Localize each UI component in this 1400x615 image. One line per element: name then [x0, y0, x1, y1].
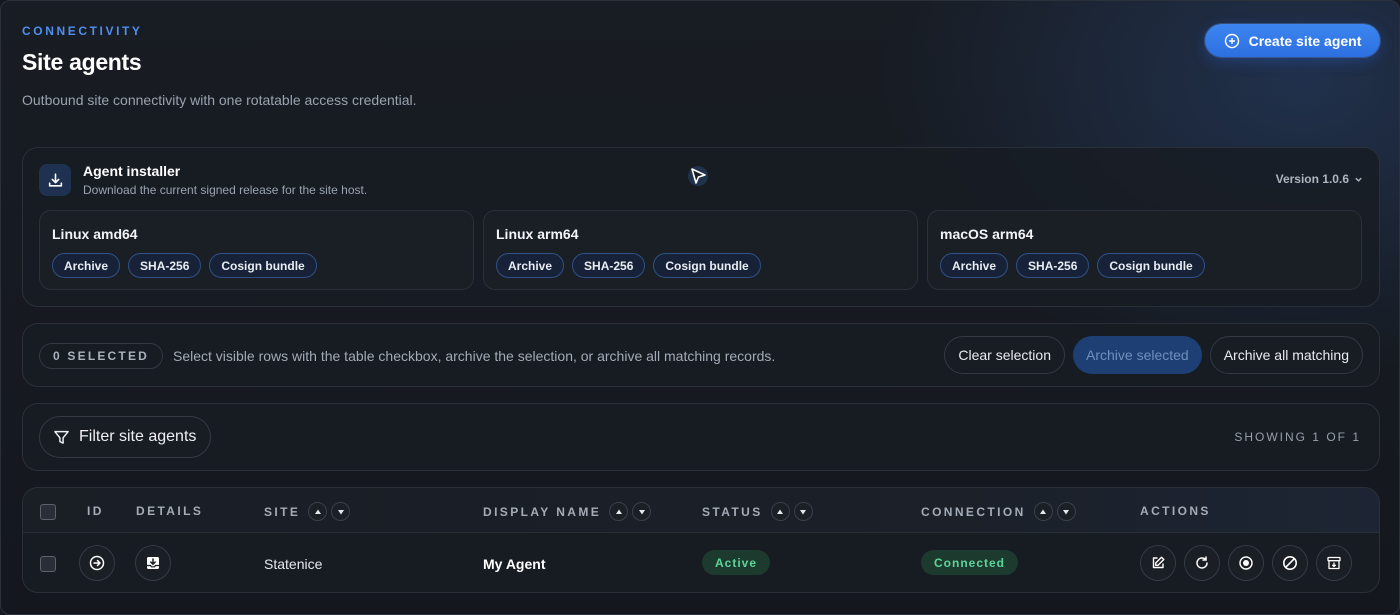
version-select[interactable]: Version 1.0.6	[1276, 172, 1363, 186]
platform-title: macOS arm64	[940, 226, 1034, 242]
archive-icon	[1327, 556, 1341, 570]
archive-button[interactable]	[1316, 545, 1352, 581]
caret-up-icon	[615, 509, 622, 514]
selected-count-badge: 0 SELECTED	[39, 343, 164, 369]
column-display-name: DISPLAY NAME	[483, 502, 652, 521]
sort-ascending-button[interactable]	[1033, 502, 1053, 521]
display-name-cell: My Agent	[483, 556, 546, 572]
version-label: Version 1.0.6	[1275, 172, 1349, 186]
platform-title: Linux amd64	[52, 226, 138, 242]
row-checkbox[interactable]	[40, 556, 56, 572]
download-icon	[39, 164, 71, 196]
sort-ascending-button[interactable]	[308, 502, 328, 521]
cosign-bundle-link[interactable]: Cosign bundle	[653, 253, 761, 278]
details-button[interactable]	[135, 545, 171, 581]
caret-down-icon	[638, 509, 645, 514]
create-site-agent-label: Create site agent	[1248, 32, 1362, 49]
sha256-link[interactable]: SHA-256	[1016, 253, 1090, 278]
chevron-down-icon	[1355, 177, 1362, 182]
caret-down-icon	[337, 509, 344, 514]
plus-circle-icon	[1224, 33, 1239, 48]
platform-card-macos-arm64: macOS arm64 Archive SHA-256 Cosign bundl…	[927, 210, 1362, 290]
refresh-icon	[1196, 556, 1208, 569]
record-button[interactable]	[1228, 545, 1264, 581]
mouse-cursor-icon	[688, 166, 708, 186]
column-site: SITE	[264, 502, 351, 521]
caret-down-icon	[1063, 509, 1070, 514]
sort-descending-button[interactable]	[632, 502, 652, 521]
connection-badge: Connected	[921, 550, 1019, 575]
platform-card-linux-amd64: Linux amd64 Archive SHA-256 Cosign bundl…	[39, 210, 474, 290]
installer-description: Download the current signed release for …	[83, 183, 368, 197]
select-all-checkbox[interactable]	[40, 504, 56, 520]
filter-label: Filter site agents	[79, 428, 197, 445]
platform-card-linux-arm64: Linux arm64 Archive SHA-256 Cosign bundl…	[483, 210, 918, 290]
sha256-link[interactable]: SHA-256	[572, 253, 646, 278]
ban-icon	[1283, 556, 1297, 570]
selection-help-text: Select visible rows with the table check…	[173, 348, 776, 364]
column-connection: CONNECTION	[921, 502, 1076, 521]
clear-selection-button[interactable]: Clear selection	[944, 336, 1065, 374]
status-badge: Active	[702, 550, 771, 575]
platform-title: Linux arm64	[496, 226, 579, 242]
arrow-right-circle-icon	[89, 555, 105, 571]
table-header: ID DETAILS SITE DISPLAY NAME STATUS CONN…	[23, 488, 1379, 533]
page-title: Site agents	[22, 49, 142, 75]
record-icon	[1239, 556, 1253, 570]
sort-descending-button[interactable]	[1056, 502, 1076, 521]
filter-site-agents-button[interactable]: Filter site agents	[39, 416, 212, 458]
create-site-agent-button[interactable]: Create site agent	[1205, 24, 1380, 57]
archive-link[interactable]: Archive	[496, 253, 565, 278]
app-frame: CONNECTIVITY Site agents Outbound site c…	[0, 0, 1400, 615]
rotate-credential-button[interactable]	[1184, 545, 1220, 581]
column-id: ID	[87, 504, 104, 518]
results-count: SHOWING 1 OF 1	[1234, 430, 1361, 444]
installer-cards: Linux amd64 Archive SHA-256 Cosign bundl…	[39, 210, 1362, 290]
caret-up-icon	[1040, 509, 1047, 514]
cosign-bundle-link[interactable]: Cosign bundle	[209, 253, 317, 278]
edit-icon	[1152, 556, 1165, 569]
sort-ascending-button[interactable]	[770, 502, 790, 521]
installer-title: Agent installer	[83, 163, 181, 179]
archive-selected-button[interactable]: Archive selected	[1073, 336, 1202, 374]
site-agents-table: ID DETAILS SITE DISPLAY NAME STATUS CONN…	[22, 487, 1380, 593]
caret-up-icon	[314, 509, 321, 514]
sort-descending-button[interactable]	[793, 502, 813, 521]
caret-up-icon	[777, 509, 784, 514]
download-tray-icon	[147, 557, 159, 569]
archive-link[interactable]: Archive	[940, 253, 1009, 278]
site-cell: Statenice	[264, 556, 323, 572]
open-agent-button[interactable]	[79, 545, 115, 581]
sort-descending-button[interactable]	[331, 502, 351, 521]
column-details: DETAILS	[136, 504, 204, 518]
filter-icon	[54, 430, 69, 444]
sha256-link[interactable]: SHA-256	[128, 253, 202, 278]
caret-down-icon	[800, 509, 807, 514]
section-eyebrow: CONNECTIVITY	[22, 24, 143, 38]
selection-bar: 0 SELECTED Select visible rows with the …	[22, 323, 1380, 387]
page-subtitle: Outbound site connectivity with one rota…	[22, 92, 417, 108]
column-status: STATUS	[702, 502, 813, 521]
archive-all-matching-button[interactable]: Archive all matching	[1209, 336, 1363, 374]
sort-ascending-button[interactable]	[609, 502, 629, 521]
cosign-bundle-link[interactable]: Cosign bundle	[1097, 253, 1205, 278]
archive-link[interactable]: Archive	[52, 253, 121, 278]
column-actions: ACTIONS	[1140, 504, 1211, 518]
filter-bar: Filter site agents SHOWING 1 OF 1	[22, 403, 1380, 471]
disable-button[interactable]	[1272, 545, 1308, 581]
edit-button[interactable]	[1140, 545, 1176, 581]
table-row: Statenice My Agent Active Connected	[23, 533, 1379, 592]
